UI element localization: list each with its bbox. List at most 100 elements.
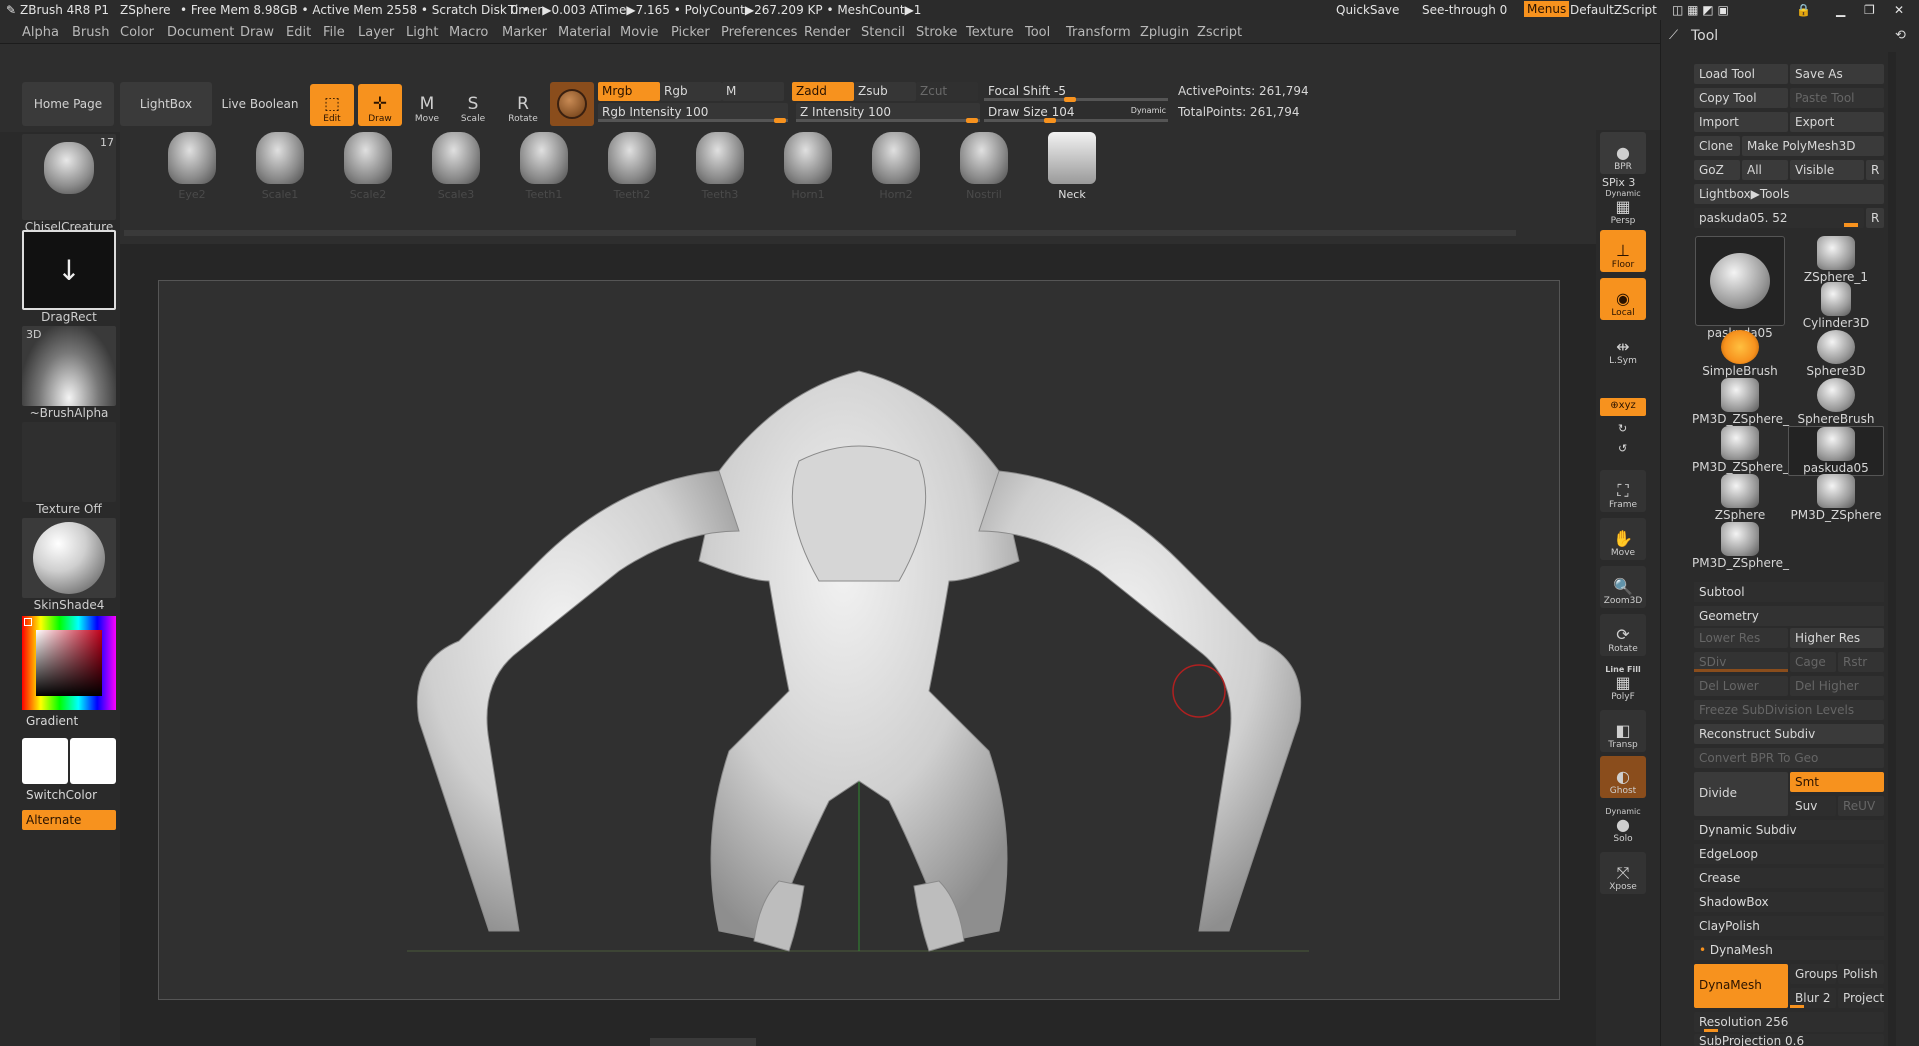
material-swatch-button[interactable]	[550, 82, 594, 126]
menu-edit[interactable]: Edit	[286, 25, 311, 40]
tool-item[interactable]: PM3D_ZSphere_	[1692, 522, 1789, 570]
draw-mode-button[interactable]: ✛ Draw	[358, 84, 402, 126]
local-button[interactable]: ◉ Local	[1600, 278, 1646, 320]
edit-mode-button[interactable]: ⬚ Edit	[310, 84, 354, 126]
menu-preferences[interactable]: Preferences	[721, 25, 797, 40]
resolution-slider[interactable]: Resolution 256	[1694, 1012, 1884, 1032]
xyz-symmetry-toggle[interactable]: ⊕xyz	[1600, 398, 1646, 416]
brush-thumb[interactable]: Scale2	[336, 128, 400, 201]
geometry-section[interactable]: Geometry	[1694, 606, 1884, 626]
goz-all-button[interactable]: All	[1742, 160, 1788, 180]
switchcolor-button[interactable]: SwitchColor	[26, 788, 97, 802]
make-polymesh-button[interactable]: Make PolyMesh3D	[1742, 136, 1884, 156]
tool-item[interactable]: PM3D_ZSphere	[1788, 474, 1884, 522]
z-intensity-slider[interactable]: Z Intensity 100	[796, 103, 980, 123]
rotate-view-button[interactable]: ⟳ Rotate	[1600, 614, 1646, 656]
del-lower-button[interactable]: Del Lower	[1694, 676, 1788, 696]
sdiv-slider[interactable]: SDiv	[1694, 652, 1788, 672]
brush-strip-scrollbar[interactable]	[124, 230, 1516, 236]
brush-thumb[interactable]: Horn1	[776, 128, 840, 201]
scale-mode-button[interactable]: S Scale	[454, 86, 492, 126]
current-tool-r-button[interactable]: R	[1866, 208, 1884, 228]
brush-thumb[interactable]: Nostril	[952, 128, 1016, 201]
dynamesh-section[interactable]: • DynaMesh	[1694, 940, 1884, 960]
menu-texture[interactable]: Texture	[966, 25, 1014, 40]
cage-button[interactable]: Cage	[1790, 652, 1836, 672]
layout-icon[interactable]: ◫ ▦ ◩ ▣	[1672, 3, 1729, 17]
live-boolean-button[interactable]: Live Boolean	[214, 82, 306, 126]
menu-zscript[interactable]: Zscript	[1197, 25, 1242, 40]
menu-color[interactable]: Color	[120, 25, 154, 40]
menu-stroke[interactable]: Stroke	[916, 25, 957, 40]
solo-button[interactable]: Dynamic ● Solo	[1600, 804, 1646, 846]
rgb-intensity-slider[interactable]: Rgb Intensity 100	[598, 103, 788, 123]
model-viewport[interactable]	[159, 281, 1561, 1001]
menu-layer[interactable]: Layer	[358, 25, 394, 40]
menu-macro[interactable]: Macro	[449, 25, 488, 40]
reconstruct-subdiv-button[interactable]: Reconstruct Subdiv	[1694, 724, 1884, 744]
move-mode-button[interactable]: M Move	[408, 86, 446, 126]
spix-slider[interactable]: SPix 3	[1602, 176, 1635, 189]
menu-document[interactable]: Document	[167, 25, 234, 40]
brush-thumb[interactable]: Teeth1	[512, 128, 576, 201]
tool-item[interactable]: PM3D_ZSphere_	[1692, 378, 1789, 426]
goz-button[interactable]: GoZ	[1694, 160, 1740, 180]
brush-thumb[interactable]: Teeth2	[600, 128, 664, 201]
goz-r-button[interactable]: R	[1866, 160, 1884, 180]
project-toggle[interactable]: Project	[1838, 988, 1884, 1008]
tool-item[interactable]: PM3D_ZSphere_	[1692, 426, 1789, 474]
alternate-toggle[interactable]: Alternate	[22, 810, 116, 830]
paste-tool-button[interactable]: Paste Tool	[1790, 88, 1884, 108]
tool-item[interactable]: paskuda05	[1692, 236, 1788, 340]
import-button[interactable]: Import	[1694, 112, 1788, 132]
tool-pin-icon[interactable]: ⟋	[1669, 28, 1678, 43]
lsym-button[interactable]: ⇹ L.Sym	[1600, 326, 1646, 368]
menu-render[interactable]: Render	[804, 25, 850, 40]
claypolish-section[interactable]: ClayPolish	[1694, 916, 1884, 936]
color-picker[interactable]	[22, 616, 116, 710]
menu-picker[interactable]: Picker	[671, 25, 710, 40]
canvas-scroll-handle[interactable]	[650, 1038, 756, 1046]
menus-toggle[interactable]: Menus	[1524, 1, 1570, 17]
draw-size-slider[interactable]: Draw Size 104 Dynamic	[984, 103, 1168, 123]
load-tool-button[interactable]: Load Tool	[1694, 64, 1788, 84]
texture-selector[interactable]: Texture Off	[22, 422, 116, 516]
bpr-render-button[interactable]: ● BPR	[1600, 132, 1646, 174]
higher-res-button[interactable]: Higher Res	[1790, 628, 1884, 648]
polish-toggle[interactable]: Polish	[1838, 964, 1884, 984]
smt-toggle[interactable]: Smt	[1790, 772, 1884, 792]
tool-item[interactable]: Cylinder3D	[1788, 282, 1884, 330]
menu-alpha[interactable]: Alpha	[22, 25, 59, 40]
palette-refresh-icon[interactable]: ⟲	[1895, 28, 1906, 43]
gradient-toggle[interactable]: Gradient	[26, 714, 78, 728]
copy-tool-button[interactable]: Copy Tool	[1694, 88, 1788, 108]
tool-item[interactable]: SimpleBrush	[1692, 330, 1788, 378]
see-through-slider[interactable]: See-through 0	[1422, 3, 1507, 17]
menu-movie[interactable]: Movie	[620, 25, 658, 40]
crease-section[interactable]: Crease	[1694, 868, 1884, 888]
menu-light[interactable]: Light	[406, 25, 438, 40]
ghost-button[interactable]: ◐ Ghost	[1600, 756, 1646, 798]
document-canvas[interactable]	[158, 280, 1560, 1000]
zoom3d-button[interactable]: 🔍 Zoom3D	[1600, 566, 1646, 608]
dynamesh-button[interactable]: DynaMesh	[1694, 964, 1788, 1008]
rgb-toggle[interactable]: Rgb	[660, 82, 722, 101]
shadowbox-section[interactable]: ShadowBox	[1694, 892, 1884, 912]
stroke-selector[interactable]: ↓ DragRect	[22, 230, 116, 324]
rotate-mode-button[interactable]: R Rotate	[504, 86, 542, 126]
xpose-button[interactable]: ⤧ Xpose	[1600, 852, 1646, 894]
minimize-icon[interactable]: ▁	[1836, 3, 1845, 17]
brush-thumb[interactable]: Eye2	[160, 128, 224, 201]
tool-item[interactable]: ZSphere	[1692, 474, 1788, 522]
persp-button[interactable]: Dynamic ▦ Persp	[1600, 189, 1646, 228]
m-toggle[interactable]: M	[722, 82, 784, 101]
menu-zplugin[interactable]: Zplugin	[1140, 25, 1189, 40]
tool-item[interactable]: Sphere3D	[1788, 330, 1884, 378]
brush-thumb[interactable]: Scale3	[424, 128, 488, 201]
save-as-button[interactable]: Save As	[1790, 64, 1884, 84]
blur-slider[interactable]: Blur 2	[1790, 988, 1836, 1008]
menu-stencil[interactable]: Stencil	[861, 25, 905, 40]
tool-item[interactable]: ZSphere_1	[1788, 236, 1884, 284]
focal-shift-slider[interactable]: Focal Shift -5	[984, 82, 1168, 102]
groups-toggle[interactable]: Groups	[1790, 964, 1838, 984]
